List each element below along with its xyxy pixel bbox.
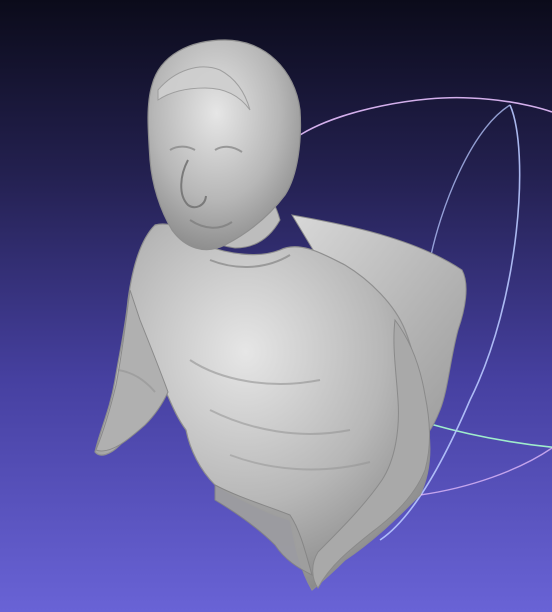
3d-viewport[interactable] xyxy=(0,0,552,612)
scene-canvas[interactable] xyxy=(0,0,552,612)
trackball-x-ring-front[interactable] xyxy=(429,104,511,261)
trackball-lower-arc[interactable] xyxy=(419,447,552,496)
